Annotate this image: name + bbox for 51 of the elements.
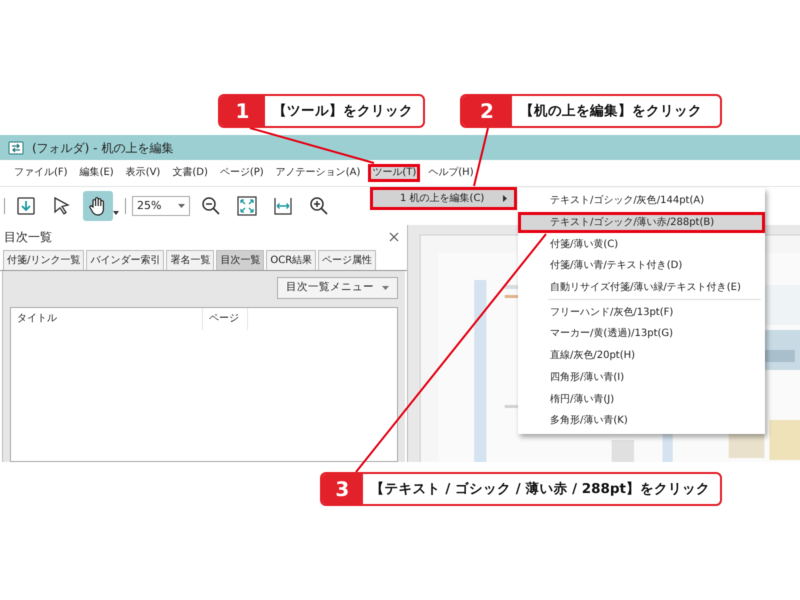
app-logo-icon <box>8 140 24 154</box>
download-icon <box>15 195 37 217</box>
menu-item[interactable]: マーカー/黄(透過)/13pt(G) <box>518 323 765 345</box>
menu-item[interactable]: 楕円/薄い青(J) <box>518 388 765 410</box>
tab[interactable]: 署名一覧 <box>166 250 214 270</box>
caret-icon <box>178 204 185 208</box>
menu-dropdown-button[interactable]: 目次一覧メニュー <box>277 277 398 299</box>
close-icon[interactable] <box>389 232 399 242</box>
menu-item[interactable]: 付箋/薄い青/テキスト付き(D) <box>518 255 765 277</box>
menu-item[interactable]: 編集(E) <box>76 164 118 182</box>
step-number: 1 <box>220 96 265 126</box>
caret-icon <box>382 286 389 290</box>
tab[interactable]: ページ属性 <box>318 250 376 270</box>
tab[interactable]: 付箋/リンク一覧 <box>3 250 84 270</box>
menu-item[interactable]: 自動リサイズ付箋/薄い緑/テキスト付き(E) <box>518 276 765 298</box>
menu-item[interactable]: 多角形/薄い青(K) <box>518 410 765 432</box>
callout-text: 【机の上を編集】をクリック <box>519 102 703 121</box>
column-header: タイトル <box>11 308 203 330</box>
menu-item[interactable]: ページ(P) <box>216 164 268 182</box>
zoom-in-icon <box>308 195 330 217</box>
step-number: 3 <box>322 474 363 504</box>
tab[interactable]: バインダー索引 <box>86 250 164 270</box>
tab[interactable]: OCR結果 <box>266 250 316 270</box>
menu-item[interactable]: 1 机の上を編集(C) <box>370 187 517 210</box>
menu-item[interactable]: ヘルプ(H) <box>424 164 478 182</box>
menu-item[interactable]: 付箋/薄い黄(C) <box>518 233 765 256</box>
callout-text: 【テキスト / ゴシック / 薄い赤 / 288pt】をクリック <box>370 480 711 499</box>
fit-width-icon <box>272 195 294 217</box>
zoom-select[interactable]: 25% <box>132 196 190 216</box>
menu-item[interactable]: テキスト/ゴシック/薄い赤/288pt(B) <box>518 212 765 234</box>
menu-item[interactable]: 四角形/薄い青(I) <box>518 366 765 388</box>
step-number: 2 <box>462 96 512 126</box>
menu-item[interactable]: 表示(V) <box>122 164 164 182</box>
column-header: ページ <box>203 308 248 330</box>
menu-item[interactable]: 文書(D) <box>168 164 212 182</box>
submenu-arrow-icon <box>503 195 507 202</box>
menu-item[interactable]: ファイル(F) <box>10 164 72 182</box>
leader-line <box>473 128 489 186</box>
caret-icon[interactable] <box>113 211 119 215</box>
window-title: (フォルダ) - 机の上を編集 <box>32 140 174 156</box>
menu-item[interactable]: アノテーション(A) <box>272 164 364 182</box>
menu-item[interactable]: フリーハンド/灰色/13pt(F) <box>518 301 765 324</box>
tab[interactable]: 目次一覧 <box>216 250 264 270</box>
panel-title: 目次一覧 <box>4 228 52 246</box>
menu-item[interactable]: テキスト/ゴシック/灰色/144pt(A) <box>518 190 765 212</box>
fit-page-icon <box>236 195 258 217</box>
zoom-out-icon <box>200 195 222 217</box>
hand-tool-button[interactable] <box>83 191 113 221</box>
menu-item[interactable]: 直線/灰色/20pt(H) <box>518 344 765 366</box>
callout-text: 【ツール】をクリック <box>272 102 414 121</box>
menu-item[interactable]: ツール(T) <box>368 164 420 182</box>
